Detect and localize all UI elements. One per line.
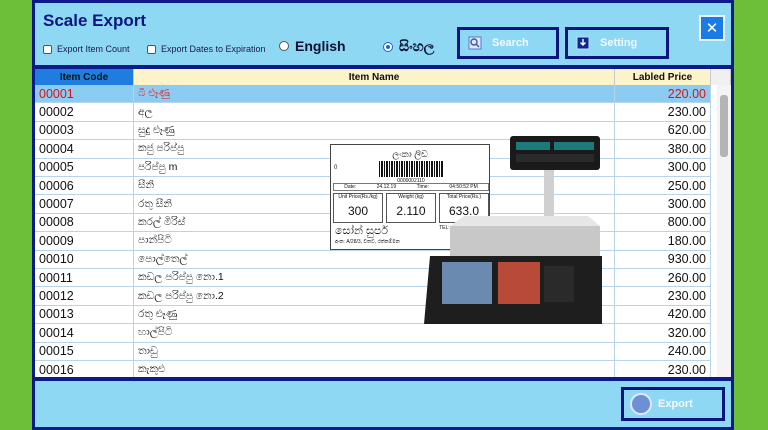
table-row[interactable]: 00013 රතු ළූණු 420.00 [35,305,711,325]
label-address: අංක: A/28/3, වතව, රත්කම්මන [335,239,400,245]
table-cell-labled-price: 230.00 [615,287,711,305]
table-row[interactable]: 00001 බී ළූණු 220.00 [35,85,711,104]
setting-icon [576,36,590,50]
sinhala-radio[interactable]: සිංහල [383,38,434,55]
table-cell-labled-price: 800.00 [615,213,711,232]
table-cell-labled-price: 300.00 [615,158,711,176]
table-row[interactable]: 00016 කැකුළු 230.00 [35,361,711,377]
date-label: Date: [344,184,357,190]
search-label: Search [492,37,529,49]
checkbox-box[interactable] [147,44,156,54]
table-cell-labled-price: 620.00 [615,121,711,140]
close-button[interactable]: ✕ [699,15,725,41]
label-shop-name: සෝන් සුපර් [335,225,389,237]
table-cell-labled-price: 320.00 [615,324,711,342]
table-cell-item-code: 00004 [35,140,134,158]
vertical-scrollbar[interactable] [717,85,731,377]
search-button[interactable]: Search [457,27,559,59]
table-cell-item-code: 00012 [35,287,134,305]
table-cell-item-code: 00005 [35,158,134,176]
table-cell-item-code: 00014 [35,324,134,342]
export-icon [630,393,652,415]
scrollbar-thumb[interactable] [720,95,728,157]
column-header-labled-price[interactable]: Labled Price [615,69,711,85]
table-row[interactable]: 00010 පොල්තෙල් 930.00 [35,250,711,269]
export-item-count-checkbox[interactable]: Export Item Count [43,44,130,54]
unit-price-box: Unit Price(Rs./kg) 300 [333,193,383,223]
table-cell-item-code: 00011 [35,269,134,287]
table-cell-labled-price: 220.00 [615,85,711,103]
export-dates-label: Export Dates to Expiration [161,44,266,54]
table-cell-item-name: තාඩු [134,342,615,360]
table-cell-item-name: කැකුළු [134,361,615,377]
column-header-item-name[interactable]: Item Name [134,69,615,85]
table-cell-item-code: 00007 [35,195,134,213]
setting-label: Setting [600,37,638,49]
unit-price-value: 300 [347,204,369,218]
date-value: 24.12.19 [376,184,397,190]
label-left-digit: 0 [334,165,338,171]
english-label: English [295,38,346,54]
footer-panel: Export [35,381,731,427]
column-header-item-code[interactable]: Item Code [35,69,134,85]
radio-dot[interactable] [279,41,289,51]
export-item-count-label: Export Item Count [57,44,130,54]
table-header: Item Code Item Name Labled Price [35,69,731,85]
table-cell-labled-price: 300.00 [615,195,711,213]
window-title: Scale Export [43,11,146,30]
table-row[interactable]: 00011 කඩල පරිප්පු නො.1 260.00 [35,269,711,288]
table-row[interactable]: 00012 කඩල පරිප්පු නො.2 230.00 [35,287,711,306]
table-cell-item-code: 00013 [35,305,134,324]
table-cell-item-name: අල [134,103,615,121]
table-cell-labled-price: 230.00 [615,103,711,121]
setting-button[interactable]: Setting [565,27,669,59]
table-cell-item-name: බී ළූණු [134,85,615,103]
export-button[interactable]: Export [621,387,725,421]
sinhala-label: සිංහල [399,38,435,54]
table-cell-item-code: 00009 [35,232,134,250]
table-cell-labled-price: 930.00 [615,250,711,268]
table-cell-labled-price: 420.00 [615,305,711,324]
radio-dot-selected[interactable] [383,41,393,52]
export-dates-checkbox[interactable]: Export Dates to Expiration [147,44,266,54]
table-cell-item-code: 00010 [35,250,134,268]
checkbox-box[interactable] [43,44,52,54]
table-cell-item-code: 00016 [35,361,134,377]
table-cell-item-code: 00002 [35,103,134,121]
header-panel: Scale Export Export Item Count Export Da… [35,3,731,65]
search-icon [468,36,482,50]
export-label: Export [658,398,693,410]
table-cell-item-code: 00006 [35,177,134,195]
table-cell-labled-price: 230.00 [615,361,711,377]
table-cell-labled-price: 240.00 [615,342,711,360]
table-cell-item-code: 00015 [35,342,134,360]
table-row[interactable]: 00002 අල 230.00 [35,103,711,122]
table-cell-labled-price: 380.00 [615,140,711,158]
table-row[interactable]: 00003 සුදු ළූණු 620.00 [35,121,711,141]
weighing-scale-image [424,136,602,324]
table-row[interactable]: 00015 තාඩු 240.00 [35,342,711,361]
table-row[interactable]: 00014 හාල්පිටි 320.00 [35,324,711,343]
table-cell-item-code: 00003 [35,121,134,140]
table-cell-labled-price: 260.00 [615,269,711,287]
table-cell-labled-price: 250.00 [615,177,711,195]
english-radio[interactable]: English [279,38,346,54]
unit-price-label: Unit Price(Rs./kg) [338,194,378,200]
column-header-spacer [711,69,731,85]
table-cell-item-code: 00008 [35,213,134,232]
table-cell-labled-price: 180.00 [615,232,711,250]
table-cell-item-code: 00001 [35,85,134,103]
